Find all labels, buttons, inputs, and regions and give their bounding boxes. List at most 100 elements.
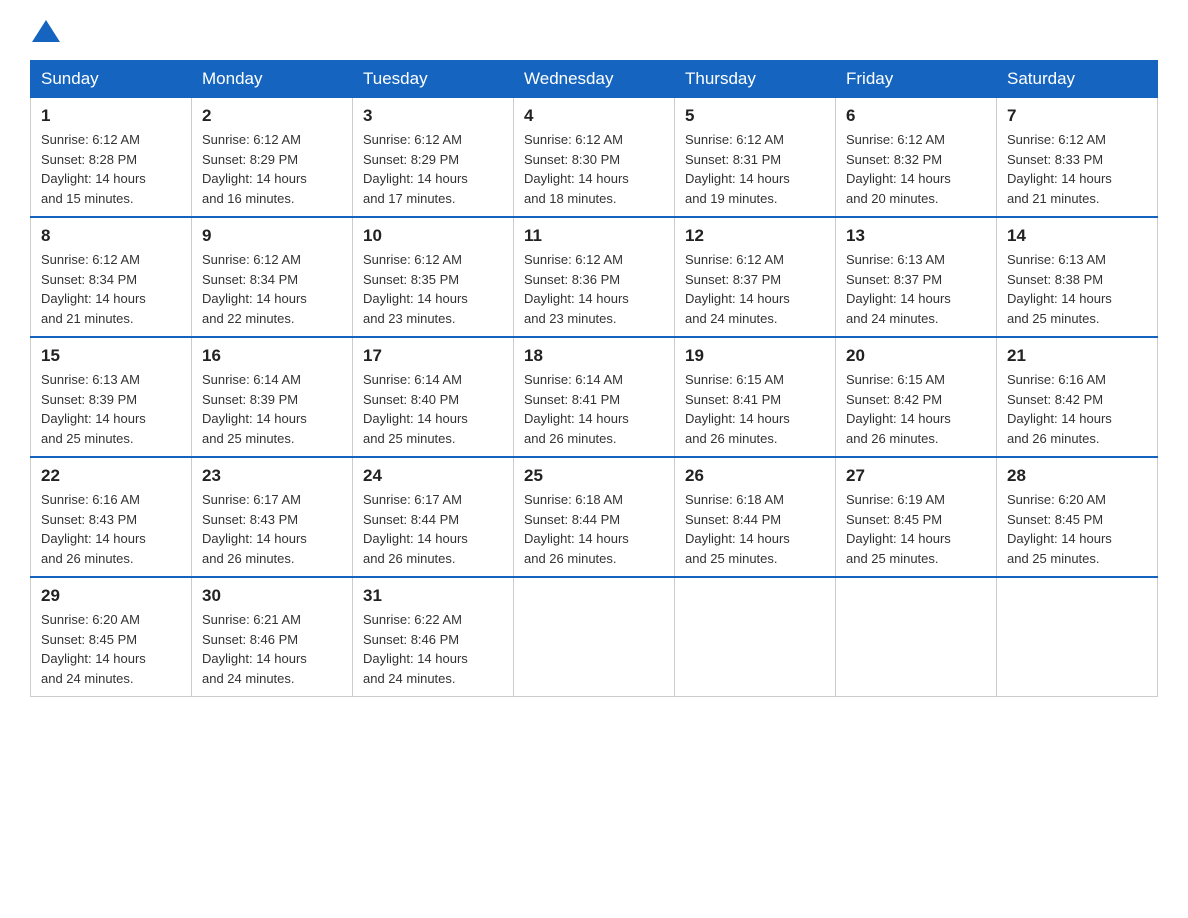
calendar-cell — [675, 577, 836, 697]
day-number: 28 — [1007, 466, 1147, 486]
day-info: Sunrise: 6:15 AMSunset: 8:42 PMDaylight:… — [846, 370, 986, 448]
day-info: Sunrise: 6:12 AMSunset: 8:28 PMDaylight:… — [41, 130, 181, 208]
day-number: 22 — [41, 466, 181, 486]
week-row-2: 8Sunrise: 6:12 AMSunset: 8:34 PMDaylight… — [31, 217, 1158, 337]
page-header — [30, 20, 1158, 42]
day-info: Sunrise: 6:12 AMSunset: 8:31 PMDaylight:… — [685, 130, 825, 208]
header-thursday: Thursday — [675, 61, 836, 98]
day-info: Sunrise: 6:22 AMSunset: 8:46 PMDaylight:… — [363, 610, 503, 688]
day-info: Sunrise: 6:13 AMSunset: 8:39 PMDaylight:… — [41, 370, 181, 448]
calendar-cell — [997, 577, 1158, 697]
day-info: Sunrise: 6:12 AMSunset: 8:29 PMDaylight:… — [363, 130, 503, 208]
calendar-cell: 18 Sunrise: 6:14 AMSunset: 8:41 PMDayligh… — [514, 337, 675, 457]
calendar-cell: 31 Sunrise: 6:22 AMSunset: 8:46 PMDayligh… — [353, 577, 514, 697]
calendar-cell: 27 Sunrise: 6:19 AMSunset: 8:45 PMDayligh… — [836, 457, 997, 577]
day-info: Sunrise: 6:16 AMSunset: 8:42 PMDaylight:… — [1007, 370, 1147, 448]
day-info: Sunrise: 6:12 AMSunset: 8:33 PMDaylight:… — [1007, 130, 1147, 208]
day-number: 4 — [524, 106, 664, 126]
header-tuesday: Tuesday — [353, 61, 514, 98]
week-row-1: 1 Sunrise: 6:12 AMSunset: 8:28 PMDaylight… — [31, 98, 1158, 218]
calendar-cell: 2Sunrise: 6:12 AMSunset: 8:29 PMDaylight… — [192, 98, 353, 218]
logo — [30, 20, 62, 42]
calendar-cell: 19 Sunrise: 6:15 AMSunset: 8:41 PMDayligh… — [675, 337, 836, 457]
day-info: Sunrise: 6:20 AMSunset: 8:45 PMDaylight:… — [41, 610, 181, 688]
day-number: 6 — [846, 106, 986, 126]
calendar-cell: 5 Sunrise: 6:12 AMSunset: 8:31 PMDaylight… — [675, 98, 836, 218]
day-number: 20 — [846, 346, 986, 366]
calendar-cell: 4 Sunrise: 6:12 AMSunset: 8:30 PMDaylight… — [514, 98, 675, 218]
calendar-cell: 7 Sunrise: 6:12 AMSunset: 8:33 PMDaylight… — [997, 98, 1158, 218]
calendar-cell: 29Sunrise: 6:20 AMSunset: 8:45 PMDayligh… — [31, 577, 192, 697]
calendar-cell — [836, 577, 997, 697]
calendar-cell: 22 Sunrise: 6:16 AMSunset: 8:43 PMDayligh… — [31, 457, 192, 577]
day-info: Sunrise: 6:14 AMSunset: 8:41 PMDaylight:… — [524, 370, 664, 448]
day-info: Sunrise: 6:16 AMSunset: 8:43 PMDaylight:… — [41, 490, 181, 568]
day-info: Sunrise: 6:13 AMSunset: 8:38 PMDaylight:… — [1007, 250, 1147, 328]
day-info: Sunrise: 6:12 AMSunset: 8:29 PMDaylight:… — [202, 130, 342, 208]
header-sunday: Sunday — [31, 61, 192, 98]
day-number: 13 — [846, 226, 986, 246]
day-number: 19 — [685, 346, 825, 366]
day-info: Sunrise: 6:21 AMSunset: 8:46 PMDaylight:… — [202, 610, 342, 688]
day-number: 3 — [363, 106, 503, 126]
day-info: Sunrise: 6:17 AMSunset: 8:44 PMDaylight:… — [363, 490, 503, 568]
calendar-cell: 28 Sunrise: 6:20 AMSunset: 8:45 PMDayligh… — [997, 457, 1158, 577]
day-info: Sunrise: 6:12 AMSunset: 8:37 PMDaylight:… — [685, 250, 825, 328]
calendar-cell — [514, 577, 675, 697]
calendar-cell: 21 Sunrise: 6:16 AMSunset: 8:42 PMDayligh… — [997, 337, 1158, 457]
day-info: Sunrise: 6:18 AMSunset: 8:44 PMDaylight:… — [685, 490, 825, 568]
calendar-cell: 25 Sunrise: 6:18 AMSunset: 8:44 PMDayligh… — [514, 457, 675, 577]
day-number: 12 — [685, 226, 825, 246]
header-monday: Monday — [192, 61, 353, 98]
day-number: 15 — [41, 346, 181, 366]
day-info: Sunrise: 6:12 AMSunset: 8:36 PMDaylight:… — [524, 250, 664, 328]
calendar-table: SundayMondayTuesdayWednesdayThursdayFrid… — [30, 60, 1158, 697]
day-number: 18 — [524, 346, 664, 366]
day-info: Sunrise: 6:12 AMSunset: 8:32 PMDaylight:… — [846, 130, 986, 208]
day-number: 16 — [202, 346, 342, 366]
day-info: Sunrise: 6:18 AMSunset: 8:44 PMDaylight:… — [524, 490, 664, 568]
calendar-cell: 1 Sunrise: 6:12 AMSunset: 8:28 PMDaylight… — [31, 98, 192, 218]
calendar-cell: 3 Sunrise: 6:12 AMSunset: 8:29 PMDaylight… — [353, 98, 514, 218]
day-number: 14 — [1007, 226, 1147, 246]
calendar-cell: 13 Sunrise: 6:13 AMSunset: 8:37 PMDayligh… — [836, 217, 997, 337]
weekday-header-row: SundayMondayTuesdayWednesdayThursdayFrid… — [31, 61, 1158, 98]
calendar-cell: 9Sunrise: 6:12 AMSunset: 8:34 PMDaylight… — [192, 217, 353, 337]
week-row-3: 15 Sunrise: 6:13 AMSunset: 8:39 PMDayligh… — [31, 337, 1158, 457]
day-info: Sunrise: 6:13 AMSunset: 8:37 PMDaylight:… — [846, 250, 986, 328]
day-number: 21 — [1007, 346, 1147, 366]
day-number: 23 — [202, 466, 342, 486]
day-info: Sunrise: 6:17 AMSunset: 8:43 PMDaylight:… — [202, 490, 342, 568]
calendar-cell: 10 Sunrise: 6:12 AMSunset: 8:35 PMDayligh… — [353, 217, 514, 337]
calendar-cell: 20 Sunrise: 6:15 AMSunset: 8:42 PMDayligh… — [836, 337, 997, 457]
day-number: 11 — [524, 226, 664, 246]
day-number: 25 — [524, 466, 664, 486]
day-number: 27 — [846, 466, 986, 486]
day-number: 8 — [41, 226, 181, 246]
day-info: Sunrise: 6:14 AMSunset: 8:39 PMDaylight:… — [202, 370, 342, 448]
day-number: 30 — [202, 586, 342, 606]
day-number: 1 — [41, 106, 181, 126]
day-number: 10 — [363, 226, 503, 246]
calendar-cell: 17Sunrise: 6:14 AMSunset: 8:40 PMDayligh… — [353, 337, 514, 457]
calendar-cell: 14 Sunrise: 6:13 AMSunset: 8:38 PMDayligh… — [997, 217, 1158, 337]
logo-triangle-icon — [32, 20, 60, 42]
day-number: 9 — [202, 226, 342, 246]
day-number: 7 — [1007, 106, 1147, 126]
calendar-cell: 12 Sunrise: 6:12 AMSunset: 8:37 PMDayligh… — [675, 217, 836, 337]
day-info: Sunrise: 6:19 AMSunset: 8:45 PMDaylight:… — [846, 490, 986, 568]
day-number: 31 — [363, 586, 503, 606]
day-number: 17 — [363, 346, 503, 366]
calendar-cell: 26Sunrise: 6:18 AMSunset: 8:44 PMDayligh… — [675, 457, 836, 577]
calendar-cell: 6 Sunrise: 6:12 AMSunset: 8:32 PMDaylight… — [836, 98, 997, 218]
header-friday: Friday — [836, 61, 997, 98]
day-info: Sunrise: 6:15 AMSunset: 8:41 PMDaylight:… — [685, 370, 825, 448]
week-row-5: 29Sunrise: 6:20 AMSunset: 8:45 PMDayligh… — [31, 577, 1158, 697]
day-info: Sunrise: 6:12 AMSunset: 8:35 PMDaylight:… — [363, 250, 503, 328]
calendar-cell: 11 Sunrise: 6:12 AMSunset: 8:36 PMDayligh… — [514, 217, 675, 337]
day-info: Sunrise: 6:12 AMSunset: 8:30 PMDaylight:… — [524, 130, 664, 208]
day-number: 5 — [685, 106, 825, 126]
header-wednesday: Wednesday — [514, 61, 675, 98]
calendar-cell: 24Sunrise: 6:17 AMSunset: 8:44 PMDayligh… — [353, 457, 514, 577]
day-info: Sunrise: 6:20 AMSunset: 8:45 PMDaylight:… — [1007, 490, 1147, 568]
